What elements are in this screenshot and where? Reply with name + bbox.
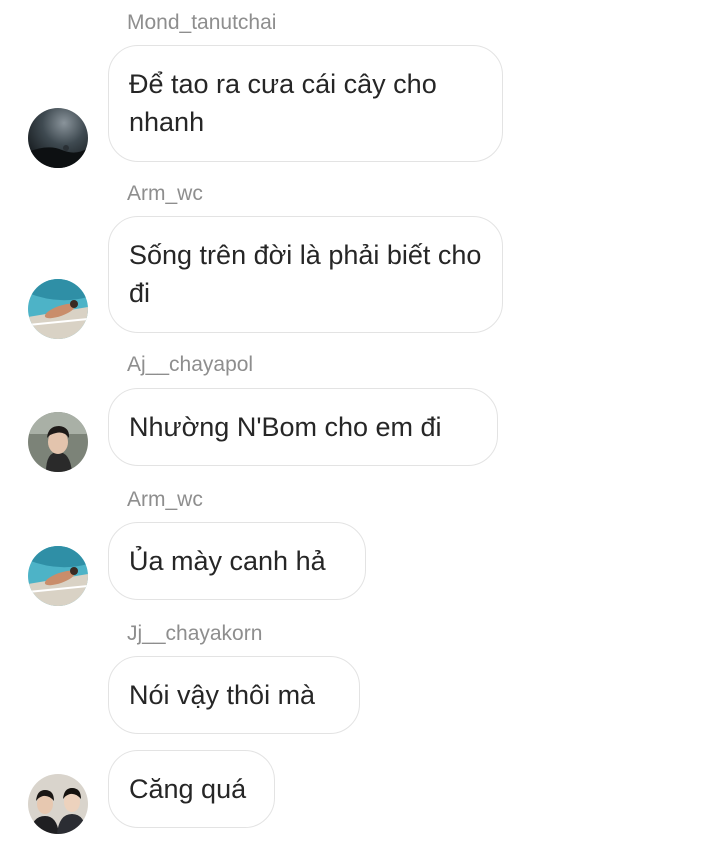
man-portrait-avatar-icon[interactable] <box>28 412 88 472</box>
sender-username[interactable]: Mond_tanutchai <box>127 10 276 36</box>
message-bubble[interactable]: Ủa mày canh hả <box>108 522 366 600</box>
message-bubble[interactable]: Nhường N'Bom cho em đi <box>108 388 498 466</box>
message-text: Nói vậy thôi mà <box>129 680 316 710</box>
message-text: Ủa mày canh hả <box>129 546 326 576</box>
message-bubble[interactable]: Sống trên đời là phải biết cho đi <box>108 216 503 333</box>
pool-photo-avatar-icon[interactable] <box>28 546 88 606</box>
dark-sky-avatar-icon[interactable] <box>28 108 88 168</box>
message-bubble[interactable]: Để tao ra cưa cái cây cho nhanh <box>108 45 503 162</box>
sender-username[interactable]: Jj__chayakorn <box>127 621 262 647</box>
sender-username[interactable]: Arm_wc <box>127 181 203 207</box>
message-bubble[interactable]: Căng quá <box>108 750 275 828</box>
message-bubble[interactable]: Nói vậy thôi mà <box>108 656 360 734</box>
sender-username[interactable]: Aj__chayapol <box>127 352 253 378</box>
message-thread: Mond_tanutchai Để tao ra cưa cái cây cho… <box>0 0 719 846</box>
message-text: Sống trên đời là phải biết cho đi <box>129 240 482 308</box>
two-men-avatar-icon[interactable] <box>28 774 88 834</box>
sender-username[interactable]: Arm_wc <box>127 487 203 513</box>
pool-photo-avatar-icon[interactable] <box>28 279 88 339</box>
message-text: Để tao ra cưa cái cây cho nhanh <box>129 69 437 137</box>
message-text: Căng quá <box>129 774 247 804</box>
message-text: Nhường N'Bom cho em đi <box>129 412 442 442</box>
